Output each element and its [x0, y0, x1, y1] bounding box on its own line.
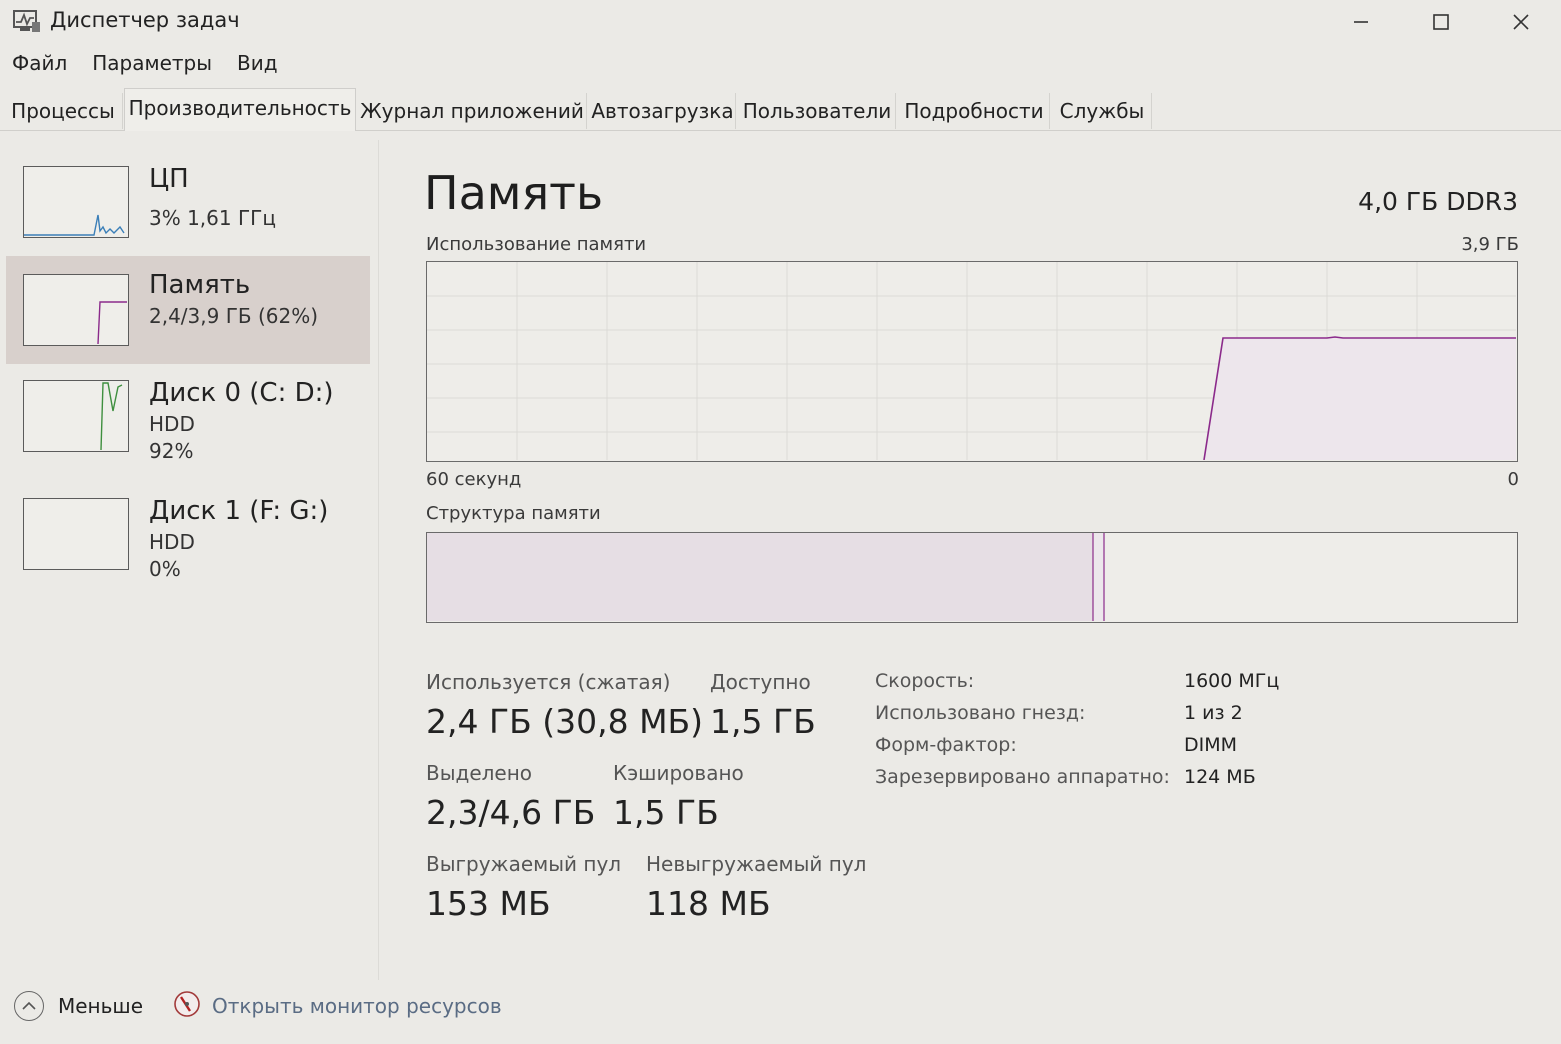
sidebar-item-disk-0[interactable]: Диск 0 (C: D:) HDD 92% — [6, 368, 370, 476]
hardware-reserved-label: Зарезервировано аппаратно: — [875, 766, 1170, 788]
memory-usage-graph — [426, 261, 1518, 462]
tab-processes[interactable]: Процессы — [4, 93, 123, 129]
graph-axis-right: 0 — [1507, 469, 1519, 490]
sidebar-item-detail: 3% 1,61 ГГц — [149, 206, 276, 230]
sidebar-item-usage: 0% — [149, 557, 181, 581]
committed-value: 2,3/4,6 ГБ — [426, 793, 596, 832]
speed-label: Скорость: — [875, 670, 975, 692]
tab-details[interactable]: Подробности — [899, 93, 1050, 129]
paged-pool-value: 153 МБ — [426, 884, 551, 923]
tab-bar: Процессы Производительность Журнал прило… — [0, 88, 1561, 131]
sidebar-item-detail: 2,4/3,9 ГБ (62%) — [149, 304, 319, 328]
sidebar-item-disk-1[interactable]: Диск 1 (F: G:) HDD 0% — [6, 486, 370, 594]
paged-pool-label: Выгружаемый пул — [426, 852, 622, 876]
task-manager-window: Диспетчер задач Файл Параметры Вид Проце… — [0, 0, 1561, 1044]
minimize-button[interactable] — [1321, 0, 1401, 44]
performance-sidebar: ЦП 3% 1,61 ГГц Память 2,4/3,9 ГБ (62%) Д… — [0, 140, 379, 980]
maximize-icon — [1432, 13, 1450, 31]
form-factor-label: Форм-фактор: — [875, 734, 1017, 756]
in-use-value: 2,4 ГБ (30,8 МБ) — [426, 702, 704, 741]
menu-file[interactable]: Файл — [0, 48, 80, 82]
slots-used-label: Использовано гнезд: — [875, 702, 1086, 724]
slots-used-value: 1 из 2 — [1184, 702, 1243, 724]
memory-thumbnail-graph — [23, 274, 129, 346]
tab-startup[interactable]: Автозагрузка — [590, 93, 736, 129]
form-factor-value: DIMM — [1184, 734, 1238, 756]
footer: Меньше Открыть монитор ресурсов — [0, 985, 1561, 1029]
in-use-label: Используется (сжатая) — [426, 670, 671, 694]
fewer-details-label: Меньше — [58, 994, 144, 1018]
sidebar-item-memory[interactable]: Память 2,4/3,9 ГБ (62%) — [6, 256, 370, 364]
nonpaged-pool-label: Невыгружаемый пул — [646, 852, 867, 876]
sidebar-item-detail: HDD — [149, 530, 195, 554]
cpu-thumbnail-graph — [23, 166, 129, 238]
chevron-up-icon — [14, 991, 44, 1021]
structure-label: Структура памяти — [426, 503, 601, 524]
sidebar-item-title: ЦП — [149, 164, 189, 194]
nonpaged-pool-value: 118 МБ — [646, 884, 771, 923]
speed-value: 1600 МГц — [1184, 670, 1280, 692]
tab-users[interactable]: Пользователи — [739, 93, 896, 129]
available-label: Доступно — [710, 670, 811, 694]
usage-graph-max: 3,9 ГБ — [1461, 234, 1519, 255]
cached-label: Кэшировано — [613, 761, 744, 785]
available-value: 1,5 ГБ — [710, 702, 816, 741]
title-bar: Диспетчер задач — [0, 0, 1561, 44]
memory-spec: 4,0 ГБ DDR3 — [1358, 187, 1518, 216]
sidebar-item-usage: 92% — [149, 439, 194, 463]
disk-1-thumbnail-graph — [23, 498, 129, 570]
open-resource-monitor-link[interactable]: Открыть монитор ресурсов — [172, 989, 502, 1023]
memory-composition-bar — [426, 532, 1518, 623]
tab-services[interactable]: Службы — [1053, 93, 1152, 129]
cached-value: 1,5 ГБ — [613, 793, 719, 832]
disk-0-thumbnail-graph — [23, 380, 129, 452]
hardware-reserved-value: 124 МБ — [1184, 766, 1256, 788]
page-title: Память — [424, 166, 604, 220]
window-title: Диспетчер задач — [50, 8, 240, 32]
menu-bar: Файл Параметры Вид — [0, 48, 291, 82]
graph-axis-left: 60 секунд — [426, 469, 522, 490]
menu-options[interactable]: Параметры — [80, 48, 225, 82]
tab-performance[interactable]: Производительность — [124, 88, 356, 131]
tab-app-history[interactable]: Журнал приложений — [358, 93, 587, 129]
sidebar-item-cpu[interactable]: ЦП 3% 1,61 ГГц — [6, 150, 370, 258]
task-manager-icon — [12, 8, 42, 34]
committed-label: Выделено — [426, 761, 533, 785]
maximize-button[interactable] — [1401, 0, 1481, 44]
sidebar-item-title: Диск 0 (C: D:) — [149, 378, 334, 408]
close-button[interactable] — [1481, 0, 1561, 44]
minimize-icon — [1352, 13, 1370, 31]
menu-view[interactable]: Вид — [225, 48, 291, 82]
sidebar-item-title: Память — [149, 270, 251, 300]
sidebar-item-detail: HDD — [149, 412, 195, 436]
fewer-details-button[interactable]: Меньше — [14, 989, 143, 1023]
open-resource-monitor-label: Открыть монитор ресурсов — [212, 994, 502, 1018]
close-icon — [1512, 13, 1530, 31]
usage-graph-label: Использование памяти — [426, 234, 647, 255]
resource-monitor-icon — [172, 989, 202, 1023]
sidebar-item-title: Диск 1 (F: G:) — [149, 496, 329, 526]
